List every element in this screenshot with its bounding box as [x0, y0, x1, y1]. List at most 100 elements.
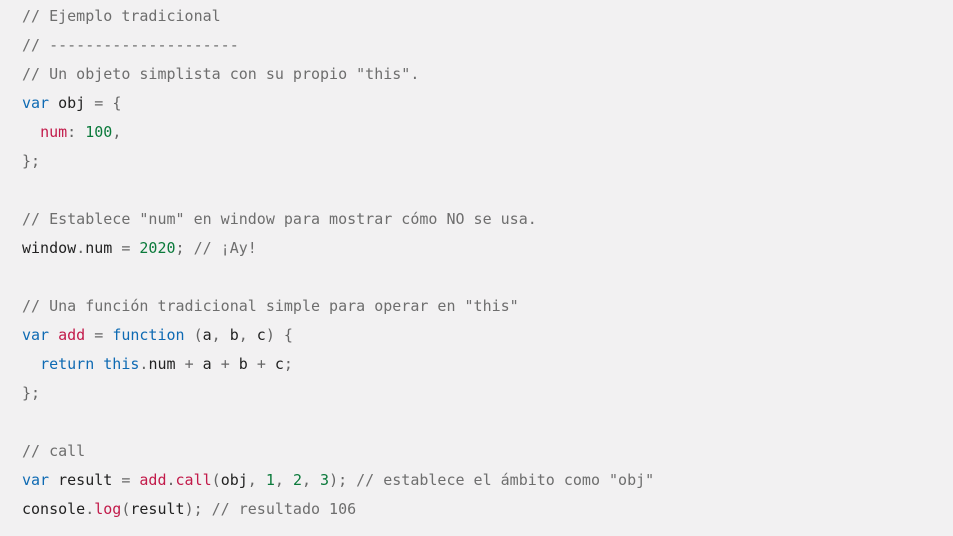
code-identifier: call	[175, 471, 212, 489]
code-punctuation: {	[283, 326, 293, 344]
code-punctuation: +	[220, 355, 230, 373]
code-line: num: 100,	[22, 122, 953, 151]
code-line: console.log(result); // resultado 106	[22, 499, 953, 528]
code-text: c	[265, 355, 284, 373]
code-punctuation: ,	[247, 471, 257, 489]
code-punctuation: ,	[211, 326, 221, 344]
code-block[interactable]: // Ejemplo tradicional // ---------------…	[0, 0, 953, 536]
code-punctuation: {	[112, 94, 122, 112]
code-punctuation: ,	[238, 326, 248, 344]
code-text: obj	[49, 94, 95, 112]
code-punctuation: ,	[112, 123, 122, 141]
code-comment: // Un objeto simplista con su propio "th…	[22, 65, 420, 83]
code-identifier: add	[139, 471, 167, 489]
code-line: var obj = {	[22, 93, 953, 122]
code-punctuation: =	[94, 326, 104, 344]
code-comment: // call	[22, 442, 86, 460]
code-line: };	[22, 383, 953, 412]
code-text: result	[49, 471, 122, 489]
code-punctuation: };	[22, 384, 41, 402]
code-punctuation: +	[184, 355, 194, 373]
code-line: // Una función tradicional simple para o…	[22, 296, 953, 325]
code-text: num	[148, 355, 185, 373]
code-punctuation: ;	[283, 355, 293, 373]
code-line: var result = add.call(obj, 1, 2, 3); // …	[22, 470, 953, 499]
code-keyword: var	[22, 471, 50, 489]
code-text: a	[193, 355, 221, 373]
code-line: // call	[22, 441, 953, 470]
code-text: num	[85, 239, 122, 257]
code-text: a	[202, 326, 212, 344]
code-text: obj	[220, 471, 248, 489]
code-comment: // Ejemplo tradicional	[22, 7, 221, 25]
code-punctuation: ,	[274, 471, 284, 489]
code-line: // Un objeto simplista con su propio "th…	[22, 64, 953, 93]
code-punctuation: ;	[175, 239, 185, 257]
code-text: console	[22, 500, 86, 518]
code-keyword: var	[22, 94, 50, 112]
code-keyword: function	[112, 326, 185, 344]
code-punctuation: =	[94, 94, 104, 112]
code-line: };	[22, 151, 953, 180]
code-punctuation: (	[193, 326, 203, 344]
code-line: return this.num + a + b + c;	[22, 354, 953, 383]
code-line: // Establece "num" en window para mostra…	[22, 209, 953, 238]
code-keyword: this	[103, 355, 140, 373]
code-identifier: add	[58, 326, 86, 344]
code-line: window.num = 2020; // ¡Ay!	[22, 238, 953, 267]
code-punctuation: )	[265, 326, 275, 344]
code-punctuation: );	[184, 500, 203, 518]
code-punctuation: );	[329, 471, 348, 489]
code-line: var add = function (a, b, c) {	[22, 325, 953, 354]
code-text: c	[247, 326, 266, 344]
code-punctuation: .	[166, 471, 176, 489]
code-keyword: return	[40, 355, 95, 373]
code-punctuation: ,	[301, 471, 311, 489]
code-punctuation: (	[211, 471, 221, 489]
code-identifier: log	[94, 500, 122, 518]
code-number: 2	[292, 471, 302, 489]
code-punctuation: .	[85, 500, 95, 518]
code-keyword: var	[22, 326, 50, 344]
code-comment: // ---------------------	[22, 36, 239, 54]
code-comment: // Una función tradicional simple para o…	[22, 297, 519, 315]
code-line: // Ejemplo tradicional	[22, 6, 953, 35]
code-comment: // Establece "num" en window para mostra…	[22, 210, 537, 228]
code-number: 3	[320, 471, 330, 489]
code-text: b	[220, 326, 239, 344]
code-punctuation: .	[76, 239, 86, 257]
code-text: window	[22, 239, 77, 257]
code-line: // ---------------------	[22, 35, 953, 64]
code-comment: // resultado 106	[211, 500, 357, 518]
code-punctuation: :	[67, 123, 77, 141]
code-text: result	[130, 500, 185, 518]
code-number: 1	[265, 471, 275, 489]
code-text: b	[229, 355, 257, 373]
code-comment: // establece el ámbito como "obj"	[356, 471, 655, 489]
code-comment: // ¡Ay!	[193, 239, 257, 257]
code-punctuation: };	[22, 152, 41, 170]
code-punctuation: +	[256, 355, 266, 373]
code-identifier: num	[40, 123, 68, 141]
code-number: 100	[85, 123, 113, 141]
code-number: 2020	[139, 239, 176, 257]
